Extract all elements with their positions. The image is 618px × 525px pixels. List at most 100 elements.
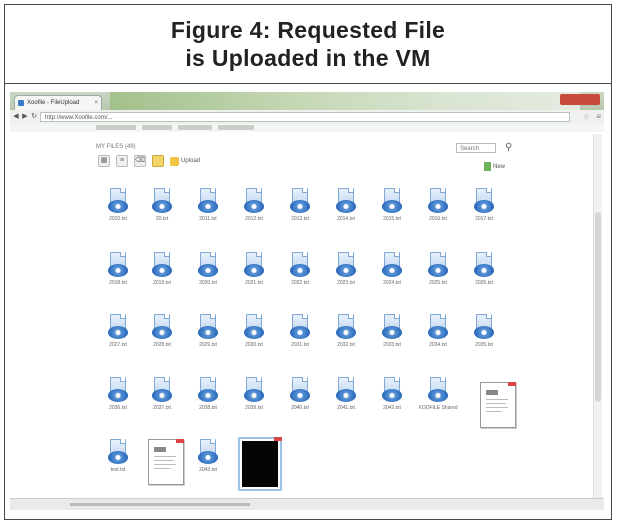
file-name: 2013.txt <box>291 216 309 222</box>
browser-screenshot: Xoofile - FileUpload × ◀ ▶ ↻ http://www.… <box>10 92 604 510</box>
file-item[interactable]: 2020.txt <box>188 252 228 286</box>
file-item[interactable]: 20.txt <box>142 188 182 222</box>
file-item[interactable]: 2030.txt <box>234 314 274 348</box>
file-name: 2033.txt <box>383 342 401 348</box>
file-item[interactable]: 2019.txt <box>142 252 182 286</box>
file-name: 2011.txt <box>199 216 217 222</box>
media-file-icon <box>428 252 448 278</box>
media-file-icon <box>244 188 264 214</box>
status-url-text <box>70 503 250 506</box>
media-file-icon <box>382 252 402 278</box>
file-name: 2019.txt <box>153 280 171 286</box>
file-item[interactable]: 2012.txt <box>234 188 274 222</box>
file-name: 2029.txt <box>199 342 217 348</box>
file-item[interactable]: 2015.txt <box>372 188 412 222</box>
file-name: 2014.txt <box>337 216 355 222</box>
media-file-icon <box>474 314 494 340</box>
media-file-icon <box>244 252 264 278</box>
file-item[interactable]: 2037.txt <box>142 377 182 411</box>
file-name: 2032.txt <box>337 342 355 348</box>
media-file-icon <box>336 314 356 340</box>
doc-line <box>154 460 174 461</box>
media-file-icon <box>290 314 310 340</box>
file-item[interactable]: 2032.txt <box>326 314 366 348</box>
new-badge <box>274 437 282 441</box>
media-file-icon <box>428 377 448 403</box>
media-file-icon <box>336 188 356 214</box>
media-file-icon <box>290 377 310 403</box>
file-name: 2042.txt <box>383 405 401 411</box>
file-name: 2038.txt <box>199 405 217 411</box>
file-item[interactable]: 2033.txt <box>372 314 412 348</box>
file-item[interactable]: 2027.txt <box>98 314 138 348</box>
figure-caption: Figure 4: Requested File is Uploaded in … <box>5 5 611 84</box>
media-file-icon <box>198 252 218 278</box>
file-item[interactable]: 2035.txt <box>464 314 504 348</box>
caption-line-1: Figure 4: Requested File <box>170 17 446 43</box>
file-item[interactable]: 2021.txt <box>234 252 274 286</box>
media-file-icon <box>152 314 172 340</box>
file-item[interactable]: 2025.txt <box>418 252 458 286</box>
file-item[interactable]: 2034.txt <box>418 314 458 348</box>
file-name: 2018.txt <box>109 280 127 286</box>
media-file-icon <box>336 377 356 403</box>
file-name: 2041.txt <box>337 405 355 411</box>
file-item[interactable]: 2036.txt <box>98 377 138 411</box>
file-item[interactable]: 2011.txt <box>188 188 228 222</box>
file-name: 2017.txt <box>475 216 493 222</box>
media-file-icon <box>108 314 128 340</box>
file-item[interactable]: 2014.txt <box>326 188 366 222</box>
file-item[interactable]: 2042.txt <box>372 377 412 411</box>
file-item[interactable]: 2018.txt <box>98 252 138 286</box>
file-name: 2036.txt <box>109 405 127 411</box>
media-file-icon <box>108 252 128 278</box>
file-name: XOOFILE Shared <box>418 405 458 411</box>
media-file-icon <box>382 314 402 340</box>
file-name: 2043.txt <box>199 467 217 473</box>
doc-line <box>154 464 176 465</box>
file-item[interactable]: 2041.txt <box>326 377 366 411</box>
media-file-icon <box>382 377 402 403</box>
document-thumbnail[interactable] <box>148 439 184 485</box>
file-name: 2034.txt <box>429 342 447 348</box>
file-name: test.txt <box>110 467 126 473</box>
media-file-icon <box>198 439 218 465</box>
file-item[interactable]: 2031.txt <box>280 314 320 348</box>
doc-line <box>486 403 506 404</box>
media-file-icon <box>474 188 494 214</box>
file-item[interactable]: 2016.txt <box>418 188 458 222</box>
file-item[interactable]: 2026.txt <box>464 252 504 286</box>
file-item[interactable]: 2023.txt <box>326 252 366 286</box>
file-name: 2010.txt <box>109 216 127 222</box>
media-file-icon <box>382 188 402 214</box>
file-item[interactable]: 2029.txt <box>188 314 228 348</box>
file-name: 2024.txt <box>383 280 401 286</box>
file-item[interactable]: 2010.txt <box>98 188 138 222</box>
media-file-icon <box>198 314 218 340</box>
uploaded-file-thumbnail[interactable] <box>238 437 282 491</box>
file-item[interactable]: 2028.txt <box>142 314 182 348</box>
file-item[interactable]: 2040.txt <box>280 377 320 411</box>
doc-line <box>154 456 176 457</box>
file-item[interactable]: 2043.txt <box>188 439 228 473</box>
file-item[interactable]: 2039.txt <box>234 377 274 411</box>
doc-block <box>154 447 166 452</box>
status-bar <box>10 498 604 510</box>
file-item[interactable]: 2024.txt <box>372 252 412 286</box>
file-name: 2016.txt <box>429 216 447 222</box>
media-file-icon <box>290 188 310 214</box>
media-file-icon <box>152 188 172 214</box>
file-name: 2039.txt <box>245 405 263 411</box>
file-grid: 2010.txt 20.txt 2011.txt 2012.txt 2013.txt 20… <box>10 92 604 510</box>
file-item[interactable]: 2017.txt <box>464 188 504 222</box>
file-item[interactable]: XOOFILE Shared <box>418 377 458 411</box>
document-thumbnail[interactable] <box>480 382 516 428</box>
file-item[interactable]: 2038.txt <box>188 377 228 411</box>
file-name: 2020.txt <box>199 280 217 286</box>
file-item[interactable]: 2013.txt <box>280 188 320 222</box>
file-item[interactable]: test.txt <box>98 439 138 473</box>
file-name: 2012.txt <box>245 216 263 222</box>
file-item[interactable]: 2022.txt <box>280 252 320 286</box>
media-file-icon <box>108 439 128 465</box>
new-badge <box>176 439 184 443</box>
